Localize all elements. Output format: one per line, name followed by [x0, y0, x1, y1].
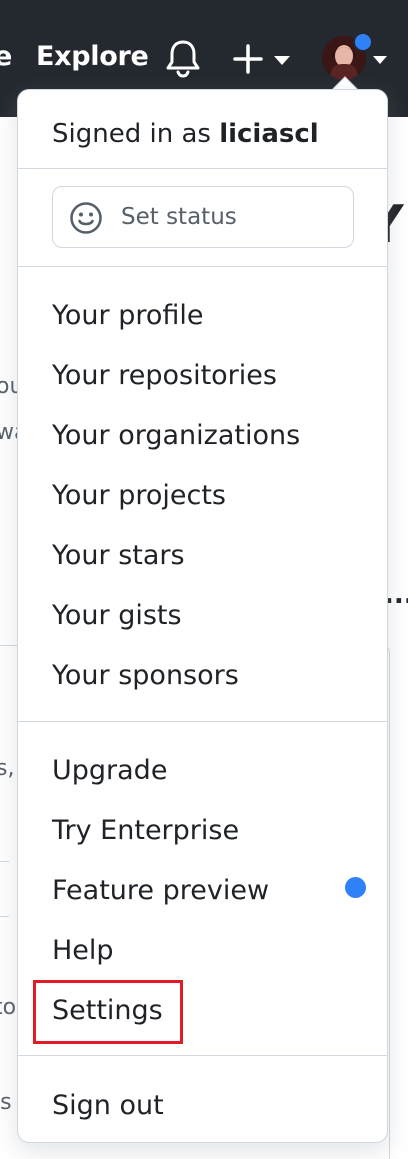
menu-item-your-profile[interactable]: Your profile: [52, 291, 204, 341]
menu-item-sign-out[interactable]: Sign out: [52, 1081, 164, 1131]
menu-divider: [18, 721, 387, 722]
menu-item-your-projects[interactable]: Your projects: [52, 471, 226, 521]
background-text-fragment: to: [0, 995, 17, 1020]
menu-item-your-stars[interactable]: Your stars: [52, 531, 185, 581]
user-menu-button[interactable]: [318, 32, 392, 84]
triangle-down-icon: [373, 56, 387, 64]
set-status-label: Set status: [121, 204, 237, 230]
signed-in-prefix: Signed in as: [52, 119, 220, 149]
menu-item-your-sponsors[interactable]: Your sponsors: [52, 651, 239, 701]
menu-divider: [18, 1055, 387, 1056]
create-new-button[interactable]: [232, 40, 294, 78]
nav-link-cut[interactable]: e: [0, 40, 12, 74]
menu-item-try-enterprise[interactable]: Try Enterprise: [52, 806, 239, 856]
menu-item-help[interactable]: Help: [52, 926, 114, 976]
menu-divider: [18, 168, 387, 169]
divider: [0, 916, 9, 917]
signed-in-header: Signed in as liciascl: [52, 118, 319, 150]
nav-explore-link[interactable]: Explore: [36, 40, 149, 74]
divider: [0, 861, 9, 862]
triangle-down-icon: [274, 56, 290, 65]
menu-item-your-organizations[interactable]: Your organizations: [52, 411, 300, 461]
background-text-fragment: s,: [0, 756, 15, 781]
set-status-button[interactable]: Set status: [52, 186, 354, 248]
menu-item-your-gists[interactable]: Your gists: [52, 591, 182, 641]
background-text-fragment: is: [0, 1090, 12, 1115]
github-page: e Explore o w .. s, o s Signed in as lic…: [0, 0, 408, 1159]
username: liciascl: [219, 119, 319, 149]
menu-item-feature-preview[interactable]: Feature preview: [52, 866, 269, 916]
notification-dot: [353, 32, 373, 52]
menu-divider: [18, 266, 387, 267]
settings-highlight-box: [33, 980, 183, 1044]
menu-item-upgrade[interactable]: Upgrade: [52, 746, 167, 796]
user-dropdown-menu: Signed in as liciascl Set status Your pr…: [17, 89, 388, 1143]
menu-item-your-repositories[interactable]: Your repositories: [52, 351, 277, 401]
smiley-icon: [69, 201, 103, 235]
feature-preview-dot: [345, 877, 366, 898]
bell-icon[interactable]: [165, 38, 201, 78]
plus-icon: [233, 44, 263, 74]
